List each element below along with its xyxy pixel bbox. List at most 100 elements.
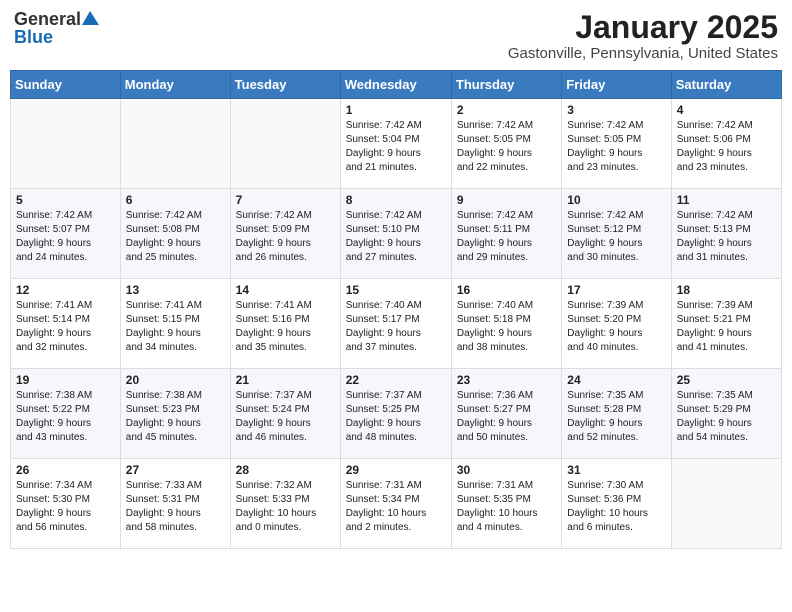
logo-general-text: General — [14, 10, 81, 28]
logo-triangle-icon — [82, 9, 100, 27]
day-number: 19 — [16, 373, 115, 387]
day-info: Sunrise: 7:31 AM Sunset: 5:35 PM Dayligh… — [457, 479, 556, 535]
day-number: 29 — [346, 463, 446, 477]
day-info: Sunrise: 7:42 AM Sunset: 5:05 PM Dayligh… — [457, 119, 556, 175]
calendar-cell — [11, 99, 121, 189]
calendar-cell: 1 Sunrise: 7:42 AM Sunset: 5:04 PM Daylig… — [340, 99, 451, 189]
day-number: 14 — [236, 283, 335, 297]
day-info: Sunrise: 7:42 AM Sunset: 5:13 PM Dayligh… — [677, 209, 776, 265]
day-number: 10 — [567, 193, 665, 207]
logo: General Blue — [14, 10, 100, 46]
calendar-cell: 4 Sunrise: 7:42 AM Sunset: 5:06 PM Daylig… — [671, 99, 781, 189]
day-number: 18 — [677, 283, 776, 297]
calendar-cell: 10 Sunrise: 7:42 AM Sunset: 5:12 PM Dayli… — [562, 189, 671, 279]
calendar-cell: 11 Sunrise: 7:42 AM Sunset: 5:13 PM Dayli… — [671, 189, 781, 279]
day-info: Sunrise: 7:30 AM Sunset: 5:36 PM Dayligh… — [567, 479, 665, 535]
calendar-cell: 23Sunrise: 7:36 AM Sunset: 5:27 PM Dayli… — [451, 369, 561, 459]
day-info: Sunrise: 7:42 AM Sunset: 5:09 PM Dayligh… — [236, 209, 335, 265]
calendar-cell: 7 Sunrise: 7:42 AM Sunset: 5:09 PM Daylig… — [230, 189, 340, 279]
calendar-week-row: 19 Sunrise: 7:38 AM Sunset: 5:22 PM Dayli… — [11, 369, 782, 459]
calendar-cell: 27 Sunrise: 7:33 AM Sunset: 5:31 PM Dayli… — [120, 459, 230, 549]
day-number: 15 — [346, 283, 446, 297]
calendar-cell: 26 Sunrise: 7:34 AM Sunset: 5:30 PM Dayli… — [11, 459, 121, 549]
day-info: Sunrise: 7:41 AM Sunset: 5:16 PM Dayligh… — [236, 299, 335, 355]
day-info: Sunrise: 7:33 AM Sunset: 5:31 PM Dayligh… — [126, 479, 225, 535]
day-number: 12 — [16, 283, 115, 297]
calendar-cell: 20 Sunrise: 7:38 AM Sunset: 5:23 PM Dayli… — [120, 369, 230, 459]
calendar-cell — [230, 99, 340, 189]
weekday-header-tuesday: Tuesday — [230, 71, 340, 99]
day-number: 25 — [677, 373, 776, 387]
day-number: 17 — [567, 283, 665, 297]
weekday-header-row: SundayMondayTuesdayWednesdayThursdayFrid… — [11, 71, 782, 99]
day-info: Sunrise: 7:38 AM Sunset: 5:22 PM Dayligh… — [16, 389, 115, 445]
day-number: 27 — [126, 463, 225, 477]
day-info: Sunrise: 7:42 AM Sunset: 5:04 PM Dayligh… — [346, 119, 446, 175]
day-info: Sunrise: 7:42 AM Sunset: 5:12 PM Dayligh… — [567, 209, 665, 265]
day-info: Sunrise: 7:38 AM Sunset: 5:23 PM Dayligh… — [126, 389, 225, 445]
day-number: 13 — [126, 283, 225, 297]
calendar-cell: 29Sunrise: 7:31 AM Sunset: 5:34 PM Dayli… — [340, 459, 451, 549]
day-number: 20 — [126, 373, 225, 387]
calendar-week-row: 1 Sunrise: 7:42 AM Sunset: 5:04 PM Daylig… — [11, 99, 782, 189]
day-info: Sunrise: 7:39 AM Sunset: 5:20 PM Dayligh… — [567, 299, 665, 355]
calendar-cell: 3 Sunrise: 7:42 AM Sunset: 5:05 PM Daylig… — [562, 99, 671, 189]
calendar-cell: 31 Sunrise: 7:30 AM Sunset: 5:36 PM Dayli… — [562, 459, 671, 549]
calendar-cell: 2 Sunrise: 7:42 AM Sunset: 5:05 PM Daylig… — [451, 99, 561, 189]
calendar-table: SundayMondayTuesdayWednesdayThursdayFrid… — [10, 70, 782, 549]
day-info: Sunrise: 7:42 AM Sunset: 5:10 PM Dayligh… — [346, 209, 446, 265]
day-number: 5 — [16, 193, 115, 207]
calendar-cell: 21 Sunrise: 7:37 AM Sunset: 5:24 PM Dayli… — [230, 369, 340, 459]
day-info: Sunrise: 7:34 AM Sunset: 5:30 PM Dayligh… — [16, 479, 115, 535]
day-number: 2 — [457, 103, 556, 117]
day-info: Sunrise: 7:37 AM Sunset: 5:25 PM Dayligh… — [346, 389, 446, 445]
calendar-cell: 5 Sunrise: 7:42 AM Sunset: 5:07 PM Daylig… — [11, 189, 121, 279]
day-info: Sunrise: 7:36 AM Sunset: 5:27 PM Dayligh… — [457, 389, 556, 445]
day-number: 21 — [236, 373, 335, 387]
calendar-cell: 30Sunrise: 7:31 AM Sunset: 5:35 PM Dayli… — [451, 459, 561, 549]
calendar-cell — [671, 459, 781, 549]
calendar-cell: 14 Sunrise: 7:41 AM Sunset: 5:16 PM Dayli… — [230, 279, 340, 369]
calendar-cell: 8 Sunrise: 7:42 AM Sunset: 5:10 PM Daylig… — [340, 189, 451, 279]
day-info: Sunrise: 7:35 AM Sunset: 5:29 PM Dayligh… — [677, 389, 776, 445]
day-number: 7 — [236, 193, 335, 207]
page-header: General Blue January 2025 Gastonville, P… — [10, 10, 782, 62]
day-number: 11 — [677, 193, 776, 207]
calendar-cell: 28 Sunrise: 7:32 AM Sunset: 5:33 PM Dayli… — [230, 459, 340, 549]
weekday-header-monday: Monday — [120, 71, 230, 99]
weekday-header-friday: Friday — [562, 71, 671, 99]
day-number: 24 — [567, 373, 665, 387]
weekday-header-saturday: Saturday — [671, 71, 781, 99]
calendar-cell — [120, 99, 230, 189]
day-number: 31 — [567, 463, 665, 477]
day-info: Sunrise: 7:42 AM Sunset: 5:11 PM Dayligh… — [457, 209, 556, 265]
calendar-cell: 25 Sunrise: 7:35 AM Sunset: 5:29 PM Dayli… — [671, 369, 781, 459]
month-title: January 2025 — [508, 10, 778, 45]
day-info: Sunrise: 7:37 AM Sunset: 5:24 PM Dayligh… — [236, 389, 335, 445]
calendar-cell: 16Sunrise: 7:40 AM Sunset: 5:18 PM Dayli… — [451, 279, 561, 369]
day-number: 1 — [346, 103, 446, 117]
day-info: Sunrise: 7:42 AM Sunset: 5:08 PM Dayligh… — [126, 209, 225, 265]
weekday-header-thursday: Thursday — [451, 71, 561, 99]
calendar-cell: 13 Sunrise: 7:41 AM Sunset: 5:15 PM Dayli… — [120, 279, 230, 369]
day-info: Sunrise: 7:35 AM Sunset: 5:28 PM Dayligh… — [567, 389, 665, 445]
calendar-cell: 6Sunrise: 7:42 AM Sunset: 5:08 PM Daylig… — [120, 189, 230, 279]
day-number: 3 — [567, 103, 665, 117]
calendar-cell: 24 Sunrise: 7:35 AM Sunset: 5:28 PM Dayli… — [562, 369, 671, 459]
day-info: Sunrise: 7:41 AM Sunset: 5:14 PM Dayligh… — [16, 299, 115, 355]
weekday-header-sunday: Sunday — [11, 71, 121, 99]
day-info: Sunrise: 7:32 AM Sunset: 5:33 PM Dayligh… — [236, 479, 335, 535]
day-number: 28 — [236, 463, 335, 477]
calendar-cell: 12 Sunrise: 7:41 AM Sunset: 5:14 PM Dayli… — [11, 279, 121, 369]
day-info: Sunrise: 7:42 AM Sunset: 5:06 PM Dayligh… — [677, 119, 776, 175]
day-number: 4 — [677, 103, 776, 117]
day-number: 22 — [346, 373, 446, 387]
day-number: 26 — [16, 463, 115, 477]
day-number: 8 — [346, 193, 446, 207]
day-info: Sunrise: 7:42 AM Sunset: 5:05 PM Dayligh… — [567, 119, 665, 175]
calendar-week-row: 12 Sunrise: 7:41 AM Sunset: 5:14 PM Dayli… — [11, 279, 782, 369]
day-info: Sunrise: 7:41 AM Sunset: 5:15 PM Dayligh… — [126, 299, 225, 355]
calendar-week-row: 26 Sunrise: 7:34 AM Sunset: 5:30 PM Dayli… — [11, 459, 782, 549]
day-info: Sunrise: 7:42 AM Sunset: 5:07 PM Dayligh… — [16, 209, 115, 265]
weekday-header-wednesday: Wednesday — [340, 71, 451, 99]
